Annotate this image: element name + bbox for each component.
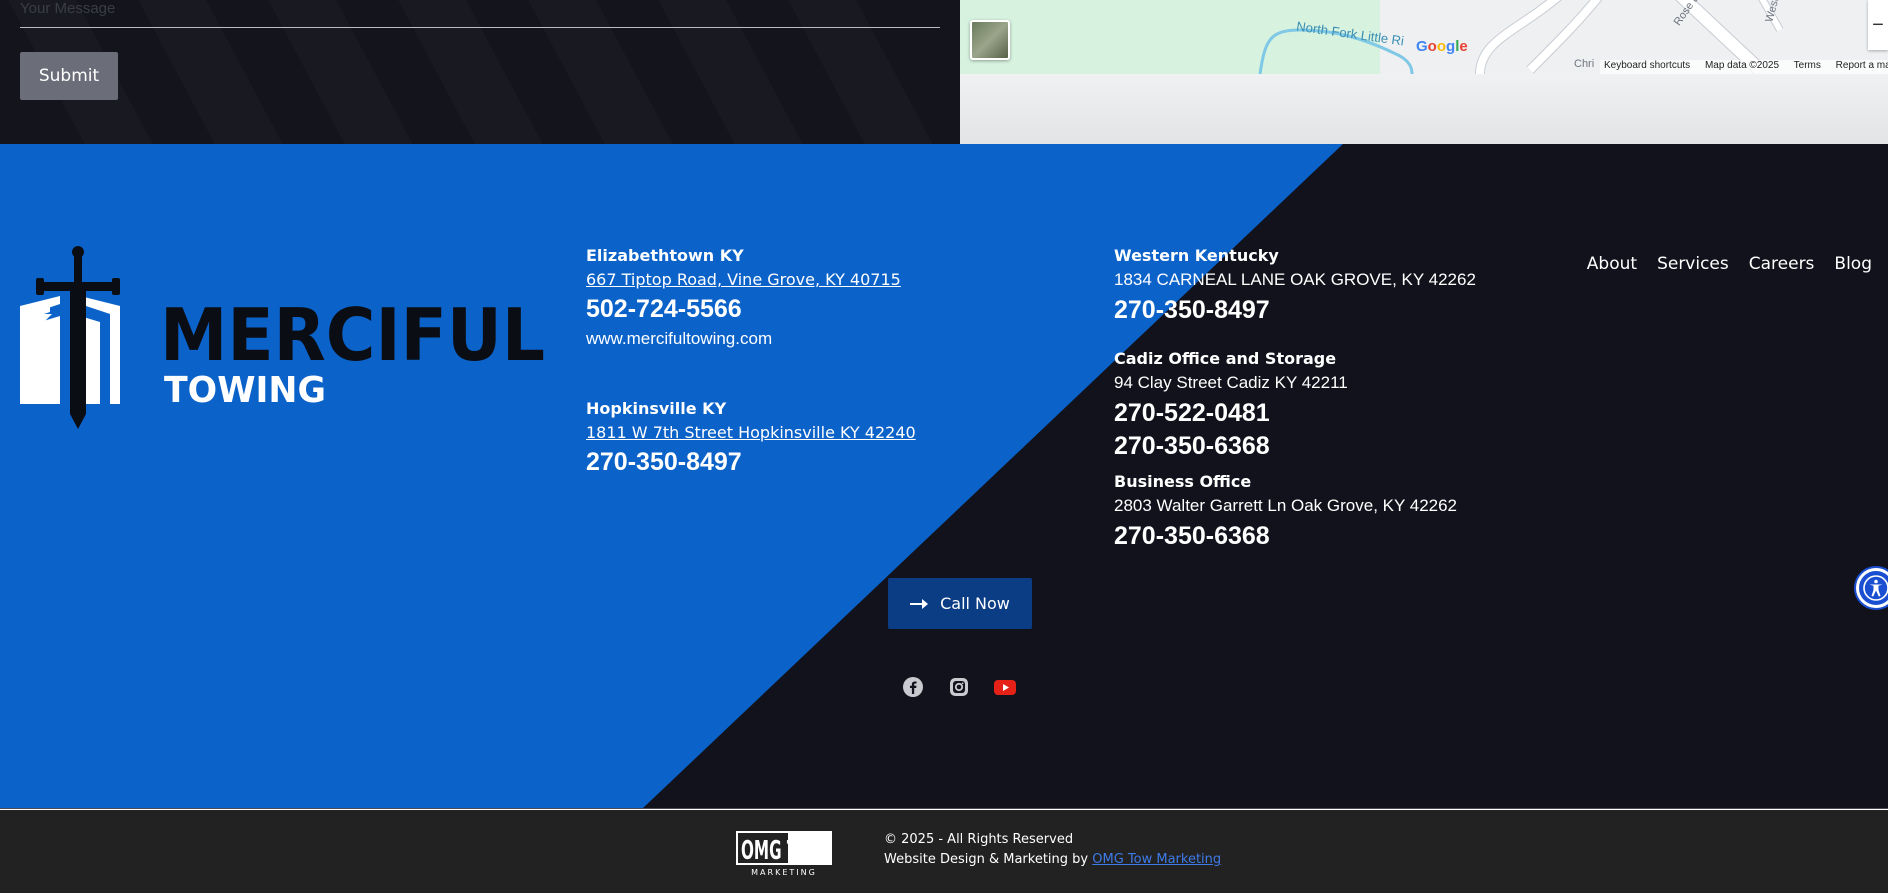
omg-tow-marketing-link[interactable]: OMG Tow Marketing [1092,852,1221,867]
address-text: 94 Clay Street Cadiz KY 42211 [1114,373,1348,392]
copyright-bar: OMG TOW MARKETING © 2025 - All Rights Re… [0,810,1888,895]
phone-link[interactable]: 270-350-8497 [1114,296,1476,325]
location-business-office: Business Office 2803 Walter Garrett Ln O… [1114,472,1457,551]
footer-nav: About Services Careers Blog [1587,254,1872,274]
location-title: Hopkinsville KY [586,399,727,418]
location-title: Business Office [1114,472,1252,491]
location-elizabethtown: Elizabethtown KY 667 Tiptop Road, Vine G… [586,246,901,349]
svg-text:MARKETING: MARKETING [751,868,817,877]
satellite-toggle-button[interactable] [970,20,1010,60]
credit-line: Website Design & Marketing by OMG Tow Ma… [884,850,1221,870]
phone-link[interactable]: 270-350-6368 [1114,522,1457,551]
site-footer: MERCIFUL TOWING Elizabethtown KY 667 Tip… [0,144,1888,809]
call-now-button[interactable]: Call Now [888,578,1032,629]
location-cadiz: Cadiz Office and Storage 94 Clay Street … [1114,349,1348,461]
phone-link[interactable]: 502-724-5566 [586,295,901,324]
nav-blog[interactable]: Blog [1834,254,1872,274]
report-map-error-link[interactable]: Report a map error [1836,60,1888,71]
omg-tow-logo: OMG TOW MARKETING [736,831,832,877]
google-logo: Google [1416,38,1468,55]
copyright-text: © 2025 - All Rights Reserved Website Des… [884,830,1221,870]
merciful-towing-logo: MERCIFUL TOWING [20,246,545,429]
brand-name-line1: MERCIFUL [160,293,545,377]
address-text: 1834 CARNEAL LANE OAK GROVE, KY 42262 [1114,270,1476,289]
arrow-right-icon [910,598,929,609]
map-data-text: Map data ©2025 [1704,60,1780,71]
location-title: Elizabethtown KY [586,246,744,265]
contact-form: Your Message Submit [0,0,960,144]
map-attribution: Keyboard shortcuts Map data ©2025 Terms … [1600,60,1888,74]
location-western-kentucky: Western Kentucky 1834 CARNEAL LANE OAK G… [1114,246,1476,325]
phone-link[interactable]: 270-350-6368 [1114,432,1348,461]
youtube-icon[interactable] [994,676,1016,698]
address-link[interactable]: 667 Tiptop Road, Vine Grove, KY 40715 [586,270,901,289]
address-text: 2803 Walter Garrett Ln Oak Grove, KY 422… [1114,496,1458,515]
address-link[interactable]: 1811 W 7th Street Hopkinsville KY 42240 [586,423,916,442]
nav-careers[interactable]: Careers [1749,254,1815,274]
phone-link[interactable]: 270-350-8497 [586,448,916,477]
location-title: Western Kentucky [1114,246,1279,265]
location-title: Cadiz Office and Storage [1114,349,1337,368]
accessibility-button[interactable] [1856,568,1888,608]
phone-link[interactable]: 270-522-0481 [1114,399,1348,428]
top-section: Your Message Submit North Fork Little Ri… [0,0,1888,144]
map-tiles[interactable]: North Fork Little Ri Rose Dr West Chri −… [960,0,1888,74]
website-text: www.mercifultowing.com [586,329,773,348]
zoom-out-button[interactable]: − [1868,0,1888,50]
instagram-icon[interactable] [948,676,970,698]
message-textarea[interactable]: Your Message [20,0,940,28]
submit-button[interactable]: Submit [20,52,118,100]
terms-link[interactable]: Terms [1794,60,1821,71]
call-now-label: Call Now [940,594,1010,613]
keyboard-shortcuts-link[interactable]: Keyboard shortcuts [1604,60,1690,71]
svg-text:OMG TOW: OMG TOW [741,836,827,866]
social-links [902,676,1016,698]
accessibility-icon [1863,575,1888,601]
location-hopkinsville: Hopkinsville KY 1811 W 7th Street Hopkin… [586,399,916,477]
credit-prefix: Website Design & Marketing by [884,852,1089,867]
facebook-icon[interactable] [902,676,924,698]
rights-reserved-text: © 2025 - All Rights Reserved [884,832,1074,847]
map-embed[interactable]: North Fork Little Ri Rose Dr West Chri −… [960,0,1888,144]
brand-name-line2: TOWING [164,370,326,411]
map-road-label: Chri [1574,58,1595,70]
nav-services[interactable]: Services [1657,254,1729,274]
nav-about[interactable]: About [1587,254,1637,274]
